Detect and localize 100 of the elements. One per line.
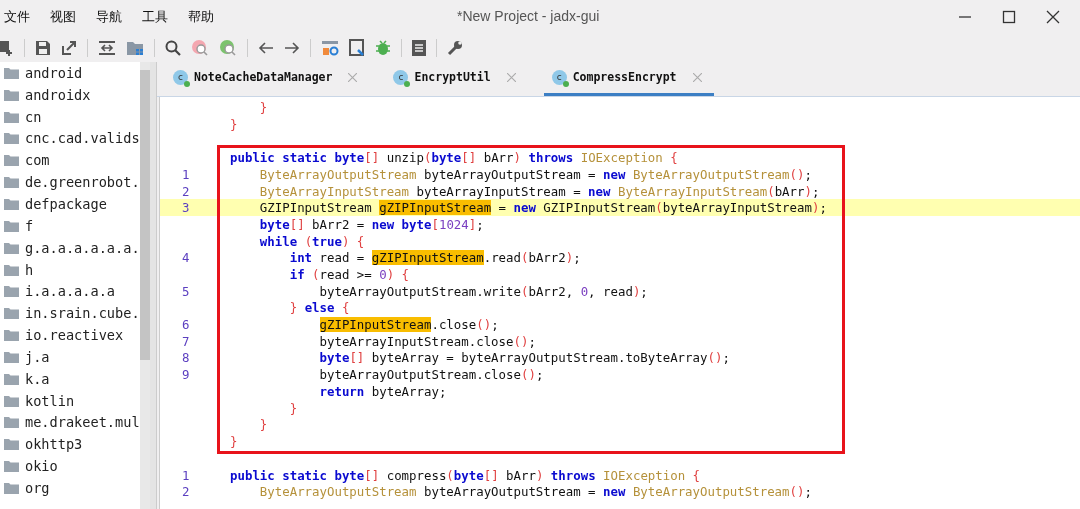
close-icon[interactable] bbox=[1046, 9, 1060, 24]
log-viewer-icon[interactable] bbox=[349, 38, 365, 57]
tree-item[interactable]: com bbox=[0, 149, 140, 172]
code-line: } bbox=[258, 417, 268, 433]
folder-icon bbox=[4, 198, 19, 210]
tree-item[interactable]: in.srain.cube. bbox=[0, 302, 140, 325]
line-number: 1 bbox=[182, 166, 190, 182]
code-line: } else { bbox=[288, 300, 350, 316]
code-line: ByteArrayInputStream byteArrayInputStream = new ByteArrayInputStream(bArr); bbox=[258, 183, 820, 199]
code-line: } bbox=[258, 99, 268, 115]
search-icon[interactable] bbox=[165, 39, 181, 56]
folder-icon bbox=[4, 176, 19, 189]
code-line: byte[] bArr2 = new byte[1024]; bbox=[258, 216, 484, 232]
line-number: 7 bbox=[182, 333, 190, 349]
menu-item[interactable]: 视图 bbox=[50, 7, 76, 26]
code-line: byteArrayInputStream.close(); bbox=[318, 333, 536, 349]
folder-icon bbox=[4, 132, 19, 145]
tree-item[interactable]: cn bbox=[0, 105, 140, 128]
editor-tab[interactable]: c NoteCacheDataManager bbox=[165, 61, 370, 96]
folder-icon bbox=[4, 88, 19, 101]
maximize-icon[interactable] bbox=[1002, 9, 1016, 24]
class-icon: c bbox=[393, 69, 409, 85]
tree-item[interactable]: i.a.a.a.a.a bbox=[0, 280, 140, 303]
code-line: return byteArray; bbox=[318, 383, 447, 399]
scrollbar-thumb[interactable] bbox=[140, 70, 150, 360]
line-number: 1 bbox=[182, 467, 190, 483]
code-line: ByteArrayOutputStream byteArrayOutputStream = new ByteArrayOutputStream(); bbox=[258, 484, 812, 500]
folder-icon bbox=[4, 154, 19, 167]
folder-icon bbox=[4, 110, 19, 123]
editor-tab[interactable]: c EncryptUtil bbox=[385, 61, 528, 96]
tree-item[interactable]: k.a bbox=[0, 367, 140, 390]
folder-icon bbox=[4, 329, 19, 342]
export-icon[interactable] bbox=[61, 39, 77, 56]
code-line: byte[] byteArray = byteArrayOutputStream.toByteArray(); bbox=[318, 350, 730, 366]
folder-icon bbox=[4, 241, 19, 254]
scrollbar[interactable] bbox=[140, 62, 150, 509]
code-line: byteArrayOutputStream.close(); bbox=[318, 367, 544, 383]
tree-item[interactable]: okhttp3 bbox=[0, 433, 140, 456]
tree-item[interactable]: cnc.cad.valids bbox=[0, 127, 140, 150]
line-number: 3 bbox=[182, 200, 190, 216]
code-line: GZIPInputStream gZIPInputStream = new GZIPInputStream(byteArrayInputStream); bbox=[258, 200, 827, 216]
folder-grid-icon[interactable] bbox=[126, 39, 144, 56]
code-line: } bbox=[230, 116, 238, 132]
class-icon: c bbox=[551, 69, 567, 85]
save-icon[interactable] bbox=[35, 39, 51, 56]
line-number: 2 bbox=[182, 484, 190, 500]
folder-icon bbox=[4, 307, 19, 320]
back-arrow-icon[interactable] bbox=[258, 40, 274, 55]
code-line: gZIPInputStream.close(); bbox=[318, 317, 499, 333]
add-files-icon[interactable] bbox=[0, 38, 14, 57]
tree-item[interactable]: defpackage bbox=[0, 193, 140, 215]
window-title: *New Project - jadx-gui bbox=[457, 8, 600, 24]
menu-item[interactable]: 帮助 bbox=[188, 7, 214, 26]
wrench-icon[interactable] bbox=[447, 39, 463, 56]
tree-item[interactable]: androidx bbox=[0, 83, 140, 106]
folder-icon bbox=[4, 481, 19, 494]
forward-arrow-icon[interactable] bbox=[284, 40, 300, 55]
sync-icon[interactable] bbox=[98, 39, 116, 56]
code-line: if (read >= 0) { bbox=[288, 267, 410, 283]
folder-icon bbox=[4, 372, 19, 385]
code-line: public static byte[] unzip(byte[] bArr) throws IOException { bbox=[230, 150, 678, 166]
folder-icon bbox=[4, 350, 19, 363]
tree-item[interactable]: de.greenrobot. bbox=[0, 171, 140, 194]
tree-item[interactable]: okio bbox=[0, 455, 140, 478]
folder-icon bbox=[4, 263, 19, 276]
line-number: 5 bbox=[182, 283, 190, 299]
folder-icon bbox=[4, 394, 19, 407]
line-number: 8 bbox=[182, 350, 190, 366]
menu-item[interactable]: 文件 bbox=[4, 7, 30, 26]
code-line: byteArrayOutputStream.write(bArr2, 0, read); bbox=[318, 283, 648, 299]
tree-item[interactable]: org bbox=[0, 477, 140, 499]
menu-item[interactable]: 导航 bbox=[96, 7, 122, 26]
folder-icon bbox=[4, 460, 19, 473]
line-number: 4 bbox=[182, 250, 190, 266]
line-number: 6 bbox=[182, 317, 190, 333]
folder-icon bbox=[4, 438, 19, 451]
code-line: ByteArrayOutputStream byteArrayOutputStream = new ByteArrayOutputStream(); bbox=[258, 166, 812, 182]
tree-item[interactable]: j.a bbox=[0, 345, 140, 368]
code-line: public static byte[] compress(byte[] bArr) throws IOException { bbox=[230, 467, 701, 483]
folder-icon bbox=[4, 285, 19, 298]
tree-item[interactable]: g.a.a.a.a.a.a. bbox=[0, 236, 140, 259]
tree-item[interactable]: android bbox=[0, 62, 140, 84]
code-line: } bbox=[230, 433, 238, 449]
folder-icon bbox=[4, 219, 19, 232]
class-search-icon[interactable] bbox=[191, 38, 209, 57]
deobfuscation-icon[interactable] bbox=[321, 38, 339, 57]
folder-icon bbox=[4, 416, 19, 429]
usage-search-icon[interactable] bbox=[219, 38, 237, 57]
code-line: while (true) { bbox=[258, 233, 365, 249]
menu-item[interactable]: 工具 bbox=[142, 7, 168, 26]
tree-item[interactable]: me.drakeet.mul bbox=[0, 411, 140, 434]
tree-item[interactable]: h bbox=[0, 258, 140, 281]
class-icon: c bbox=[173, 69, 188, 85]
tree-item[interactable]: kotlin bbox=[0, 389, 140, 412]
code-line: } bbox=[288, 400, 298, 416]
tree-item[interactable]: io.reactivex bbox=[0, 324, 140, 346]
tree-item[interactable]: f bbox=[0, 214, 140, 237]
folder-icon bbox=[4, 66, 19, 79]
line-number: 9 bbox=[182, 367, 190, 383]
document-icon[interactable] bbox=[412, 39, 426, 56]
